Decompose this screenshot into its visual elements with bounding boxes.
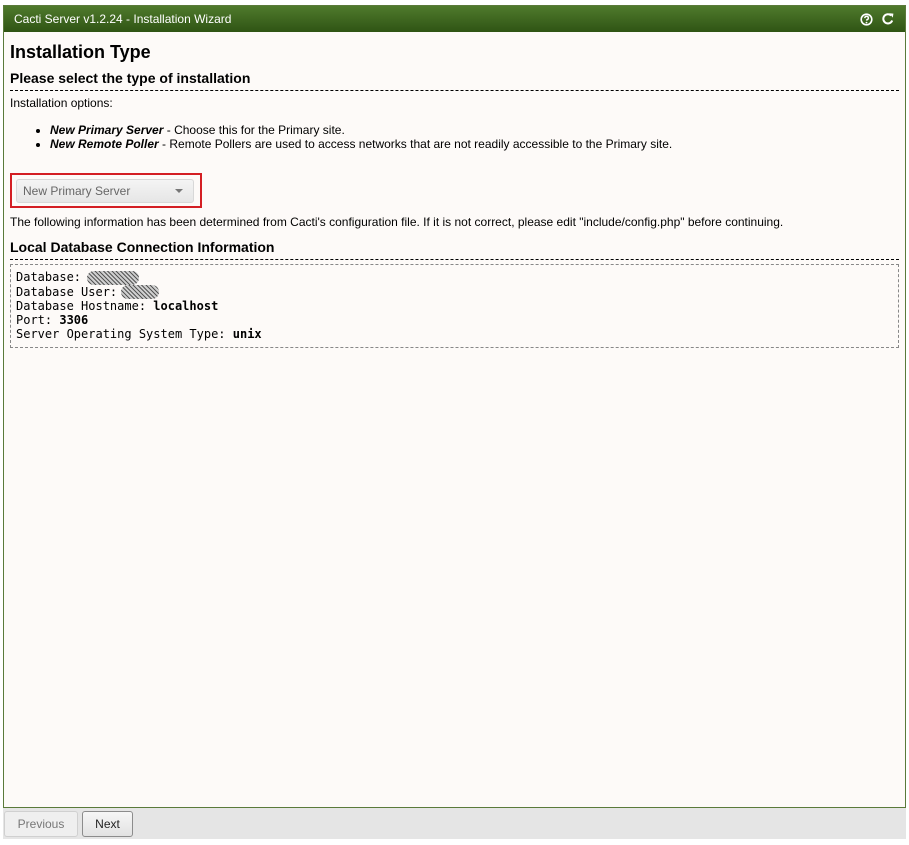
db-row-port: Port: 3306: [16, 313, 893, 327]
help-icon[interactable]: [860, 12, 873, 26]
previous-button[interactable]: Previous: [4, 810, 78, 837]
db-label: Server Operating System Type:: [16, 327, 226, 341]
install-type-selected-value: New Primary Server: [23, 184, 131, 198]
db-row-database: Database:: [16, 270, 893, 285]
install-type-select[interactable]: New Primary Server: [16, 179, 194, 203]
db-row-user: Database User:: [16, 284, 893, 299]
title-icons: [860, 12, 895, 26]
db-row-hostname: Database Hostname: localhost: [16, 299, 893, 313]
wizard-footer: Previous Next: [3, 808, 906, 839]
option-description: - Remote Pollers are used to access netw…: [158, 137, 673, 151]
db-label: Port:: [16, 313, 53, 327]
option-name: New Primary Server: [50, 123, 164, 137]
db-value: unix: [232, 327, 262, 341]
title-bar: Cacti Server v1.2.24 - Installation Wiza…: [4, 6, 905, 32]
db-row-os-type: Server Operating System Type: unix: [16, 327, 893, 341]
option-description: - Choose this for the Primary site.: [163, 123, 345, 137]
db-value: localhost: [153, 299, 219, 313]
section-title: Please select the type of installation: [10, 70, 899, 91]
installation-options-label: Installation options:: [10, 96, 113, 110]
wizard-content: Installation Type Please select the type…: [4, 32, 905, 348]
option-new-primary-server: New Primary Server - Choose this for the…: [50, 123, 899, 137]
page-title: Installation Type: [10, 42, 151, 62]
redacted-value: [87, 270, 140, 285]
config-note: The following information has been deter…: [10, 215, 784, 229]
redacted-value: [121, 285, 160, 299]
db-label: Database:: [16, 270, 82, 284]
option-new-remote-poller: New Remote Poller - Remote Pollers are u…: [50, 137, 899, 151]
db-info-box: Database: Database User: Database Hostna…: [10, 264, 899, 348]
db-label: Database Hostname:: [16, 299, 147, 313]
option-name: New Remote Poller: [50, 137, 159, 151]
db-section-title: Local Database Connection Information: [10, 239, 899, 260]
window-title: Cacti Server v1.2.24 - Installation Wiza…: [14, 12, 232, 26]
chevron-down-icon: [175, 189, 183, 193]
install-type-select-highlight: New Primary Server: [10, 173, 202, 208]
db-label: Database User:: [16, 284, 118, 299]
next-button[interactable]: Next: [82, 810, 133, 837]
installation-options-list: New Primary Server - Choose this for the…: [10, 123, 899, 151]
installation-wizard-window: Cacti Server v1.2.24 - Installation Wiza…: [3, 5, 906, 808]
db-value: 3306: [59, 313, 89, 327]
refresh-icon[interactable]: [881, 12, 895, 26]
